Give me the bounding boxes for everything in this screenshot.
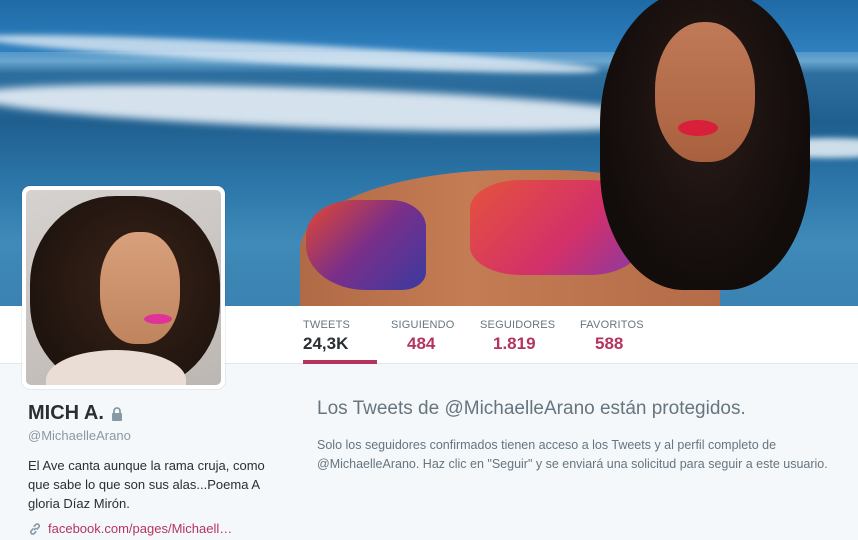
profile-url-row: facebook.com/pages/Michaell… <box>28 521 290 536</box>
profile-info: MICH A. @MichaelleArano El Ave canta aun… <box>28 402 290 536</box>
nav-following[interactable]: SIGUIENDO 484 <box>391 306 466 364</box>
nav-tweets[interactable]: TWEETS 24,3K <box>303 306 377 364</box>
nav-tweets-label: TWEETS <box>303 319 351 331</box>
banner-wave <box>0 75 671 141</box>
protected-description: Solo los seguidores confirmados tienen a… <box>317 436 858 474</box>
nav-favorites[interactable]: FAVORITOS 588 <box>580 306 655 364</box>
link-icon <box>30 522 40 535</box>
profile-name[interactable]: MICH A. <box>28 402 104 425</box>
banner-figure-face <box>655 22 755 162</box>
banner-figure-detail <box>306 200 426 290</box>
protected-title: Los Tweets de @MichaelleArano están prot… <box>317 398 746 419</box>
profile-url-link[interactable]: facebook.com/pages/Michaell… <box>48 521 232 536</box>
avatar-photo <box>26 190 221 385</box>
nav-following-count: 484 <box>407 334 436 353</box>
nav-favorites-count: 588 <box>595 334 624 353</box>
nav-followers-count: 1.819 <box>493 334 536 353</box>
banner-figure-lips <box>678 120 718 136</box>
protected-line-2: @MichaelleArano. Haz clic en "Seguir" y … <box>317 457 828 471</box>
nav-followers-label: SEGUIDORES <box>480 319 556 331</box>
nav-following-label: SIGUIENDO <box>391 319 455 331</box>
profile-avatar[interactable] <box>22 186 225 389</box>
protected-line-1: Solo los seguidores confirmados tienen a… <box>317 438 777 452</box>
profile-bio: El Ave canta aunque la rama cruja, como … <box>28 458 265 511</box>
lock-icon <box>111 406 122 421</box>
profile-handle[interactable]: @MichaelleArano <box>28 428 290 443</box>
nav-followers[interactable]: SEGUIDORES 1.819 <box>480 306 565 364</box>
avatar-lips <box>144 314 172 324</box>
avatar-face <box>100 232 180 344</box>
name-row: MICH A. <box>28 402 290 425</box>
protected-notice: Los Tweets de @MichaelleArano están prot… <box>317 398 858 474</box>
nav-favorites-label: FAVORITOS <box>580 319 644 331</box>
nav-tweets-count: 24,3K <box>303 334 349 353</box>
